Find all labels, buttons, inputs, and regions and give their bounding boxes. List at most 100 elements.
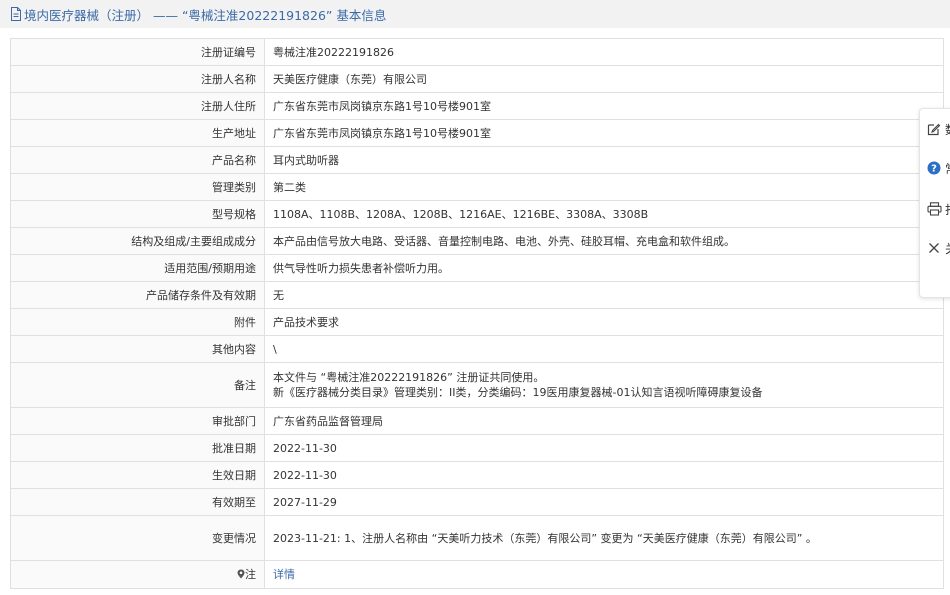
field-value-line: 广东省药品监督管理局 [273,414,383,428]
table-row: 变更情况 2023-11-21: 1、注册人名称由 “天美听力技术（东莞）有限公司… [10,515,944,561]
field-value: 广东省药品监督管理局 [264,407,944,435]
table-row: 批准日期 2022-11-30 [10,434,944,462]
field-value-line: 本文件与 “粤械注准20222191826” 注册证共同使用。 [273,371,545,384]
field-value: 天美医疗健康（东莞）有限公司 [264,65,944,93]
field-value-line: 2027-11-29 [273,495,337,509]
table-row: 产品储存条件及有效期 无 [10,281,944,309]
table-row: 适用范围/预期用途 供气导性听力损失患者补偿听力用。 [10,254,944,282]
edit-icon [926,121,942,137]
field-label: 结构及组成/主要组成成分 [10,227,265,255]
field-label-text: 附件 [234,315,256,329]
details-link[interactable]: 详情 [273,567,935,582]
field-label: 注册人名称 [10,65,265,93]
document-icon [10,7,22,21]
field-label-text: 型号规格 [212,207,256,221]
field-label: 注册证编号 [10,38,265,66]
field-label: 批准日期 [10,434,265,462]
table-row: 备注 本文件与 “粤械注准20222191826” 注册证共同使用。 新《医疗器械分… [10,362,944,408]
field-value: 本产品由信号放大电路、受话器、音量控制电路、电池、外壳、硅胶耳帽、充电盒和软件组… [264,227,944,255]
toolbar-item-feedback[interactable]: 数 [926,117,950,141]
field-label: 产品储存条件及有效期 [10,281,265,309]
field-label: 审批部门 [10,407,265,435]
table-row: 注册证编号 粤械注准20222191826 [10,38,944,66]
field-value: 耳内式助听器 [264,146,944,174]
field-value-line: 2023-11-21: 1、注册人名称由 “天美听力技术（东莞）有限公司” 变更… [273,531,817,545]
field-label-text: 备注 [234,378,256,392]
page-header: 境内医疗器械（注册） —— “粤械注准20222191826” 基本信息 [0,0,950,28]
field-value-line: 2022-11-30 [273,468,337,482]
toolbar-label: 关 [945,240,950,257]
field-value-line: 天美医疗健康（东莞）有限公司 [273,72,427,86]
field-label-text: 适用范围/预期用途 [164,261,256,275]
field-label-text: 注册人住所 [201,99,256,113]
field-value: 粤械注准20222191826 [264,38,944,66]
field-label-text: 管理类别 [212,180,256,194]
toolbar-item-faq[interactable]: ? 常 [926,156,950,180]
field-value: 1108A、1108B、1208A、1208B、1216AE、1216BE、33… [264,200,944,228]
table-row: 审批部门 广东省药品监督管理局 [10,407,944,435]
field-label: 型号规格 [10,200,265,228]
field-value: 2022-11-30 [264,434,944,462]
field-label-text: 其他内容 [212,342,256,356]
field-label-text: 注册人名称 [201,72,256,86]
field-value-line: 耳内式助听器 [273,153,339,167]
field-label-text: 注 [245,567,256,581]
toolbar-item-close[interactable]: 关 [926,236,950,260]
field-value: 2022-11-30 [264,461,944,489]
table-row: 注 详情 [10,560,944,589]
svg-text:?: ? [931,164,937,175]
toolbar-item-print[interactable]: 打 [926,197,950,221]
table-row: 型号规格 1108A、1108B、1208A、1208B、1216AE、1216B… [10,200,944,228]
field-value: 2023-11-21: 1、注册人名称由 “天美听力技术（东莞）有限公司” 变更… [264,515,944,561]
field-label: 注册人住所 [10,92,265,120]
table-row: 生效日期 2022-11-30 [10,461,944,489]
field-label: 生效日期 [10,461,265,489]
help-icon: ? [926,160,942,176]
field-label: 有效期至 [10,488,265,516]
pin-icon [237,568,245,583]
table-row: 生产地址 广东省东莞市凤岗镇京东路1号10号楼901室 [10,119,944,147]
field-label-text: 产品储存条件及有效期 [146,288,256,302]
field-label-text: 有效期至 [212,495,256,509]
field-label: 变更情况 [10,515,265,561]
info-table: 注册证编号 粤械注准20222191826 注册人名称 天美医疗健康（东莞）有限公司注… [10,38,944,589]
table-row: 其他内容 \ [10,335,944,363]
field-label-text: 审批部门 [212,414,256,428]
field-value-line: \ [273,342,277,356]
table-row: 结构及组成/主要组成成分 本产品由信号放大电路、受话器、音量控制电路、电池、外壳、… [10,227,944,255]
toolbar-label: 常 [945,160,950,177]
table-row: 管理类别 第二类 [10,173,944,201]
field-value: 第二类 [264,173,944,201]
field-value: 本文件与 “粤械注准20222191826” 注册证共同使用。新《医疗器械分类目… [264,362,944,408]
print-icon [926,201,942,217]
toolbar-label: 数 [945,121,950,138]
field-label: 产品名称 [10,146,265,174]
field-value: 无 [264,281,944,309]
field-value: 广东省东莞市凤岗镇京东路1号10号楼901室 [264,92,944,120]
page-title: 境内医疗器械（注册） —— “粤械注准20222191826” 基本信息 [24,7,387,23]
field-value-line: 本产品由信号放大电路、受话器、音量控制电路、电池、外壳、硅胶耳帽、充电盒和软件组… [273,234,735,248]
table-row: 注册人住所 广东省东莞市凤岗镇京东路1号10号楼901室 [10,92,944,120]
field-value-line: 2022-11-30 [273,441,337,455]
field-value: 详情 [264,560,944,589]
close-icon [926,240,942,256]
field-value: \ [264,335,944,363]
table-row: 产品名称 耳内式助听器 [10,146,944,174]
field-value: 产品技术要求 [264,308,944,336]
field-label: 注 [10,560,265,589]
field-label-text: 结构及组成/主要组成成分 [131,234,256,248]
field-label-text: 注册证编号 [201,45,256,59]
field-value-line: 新《医疗器械分类目录》管理类别：II类，分类编码：19医用康复器械-01认知言语… [273,386,763,399]
field-value: 广东省东莞市凤岗镇京东路1号10号楼901室 [264,119,944,147]
field-label: 适用范围/预期用途 [10,254,265,282]
field-label-text: 变更情况 [212,531,256,545]
field-label: 备注 [10,362,265,408]
field-label-text: 生产地址 [212,126,256,140]
field-label-text: 产品名称 [212,153,256,167]
field-value-line: 无 [273,288,284,302]
field-value-line: 第二类 [273,180,306,194]
field-value: 2027-11-29 [264,488,944,516]
field-value-line: 产品技术要求 [273,315,339,329]
field-value: 供气导性听力损失患者补偿听力用。 [264,254,944,282]
field-label: 生产地址 [10,119,265,147]
